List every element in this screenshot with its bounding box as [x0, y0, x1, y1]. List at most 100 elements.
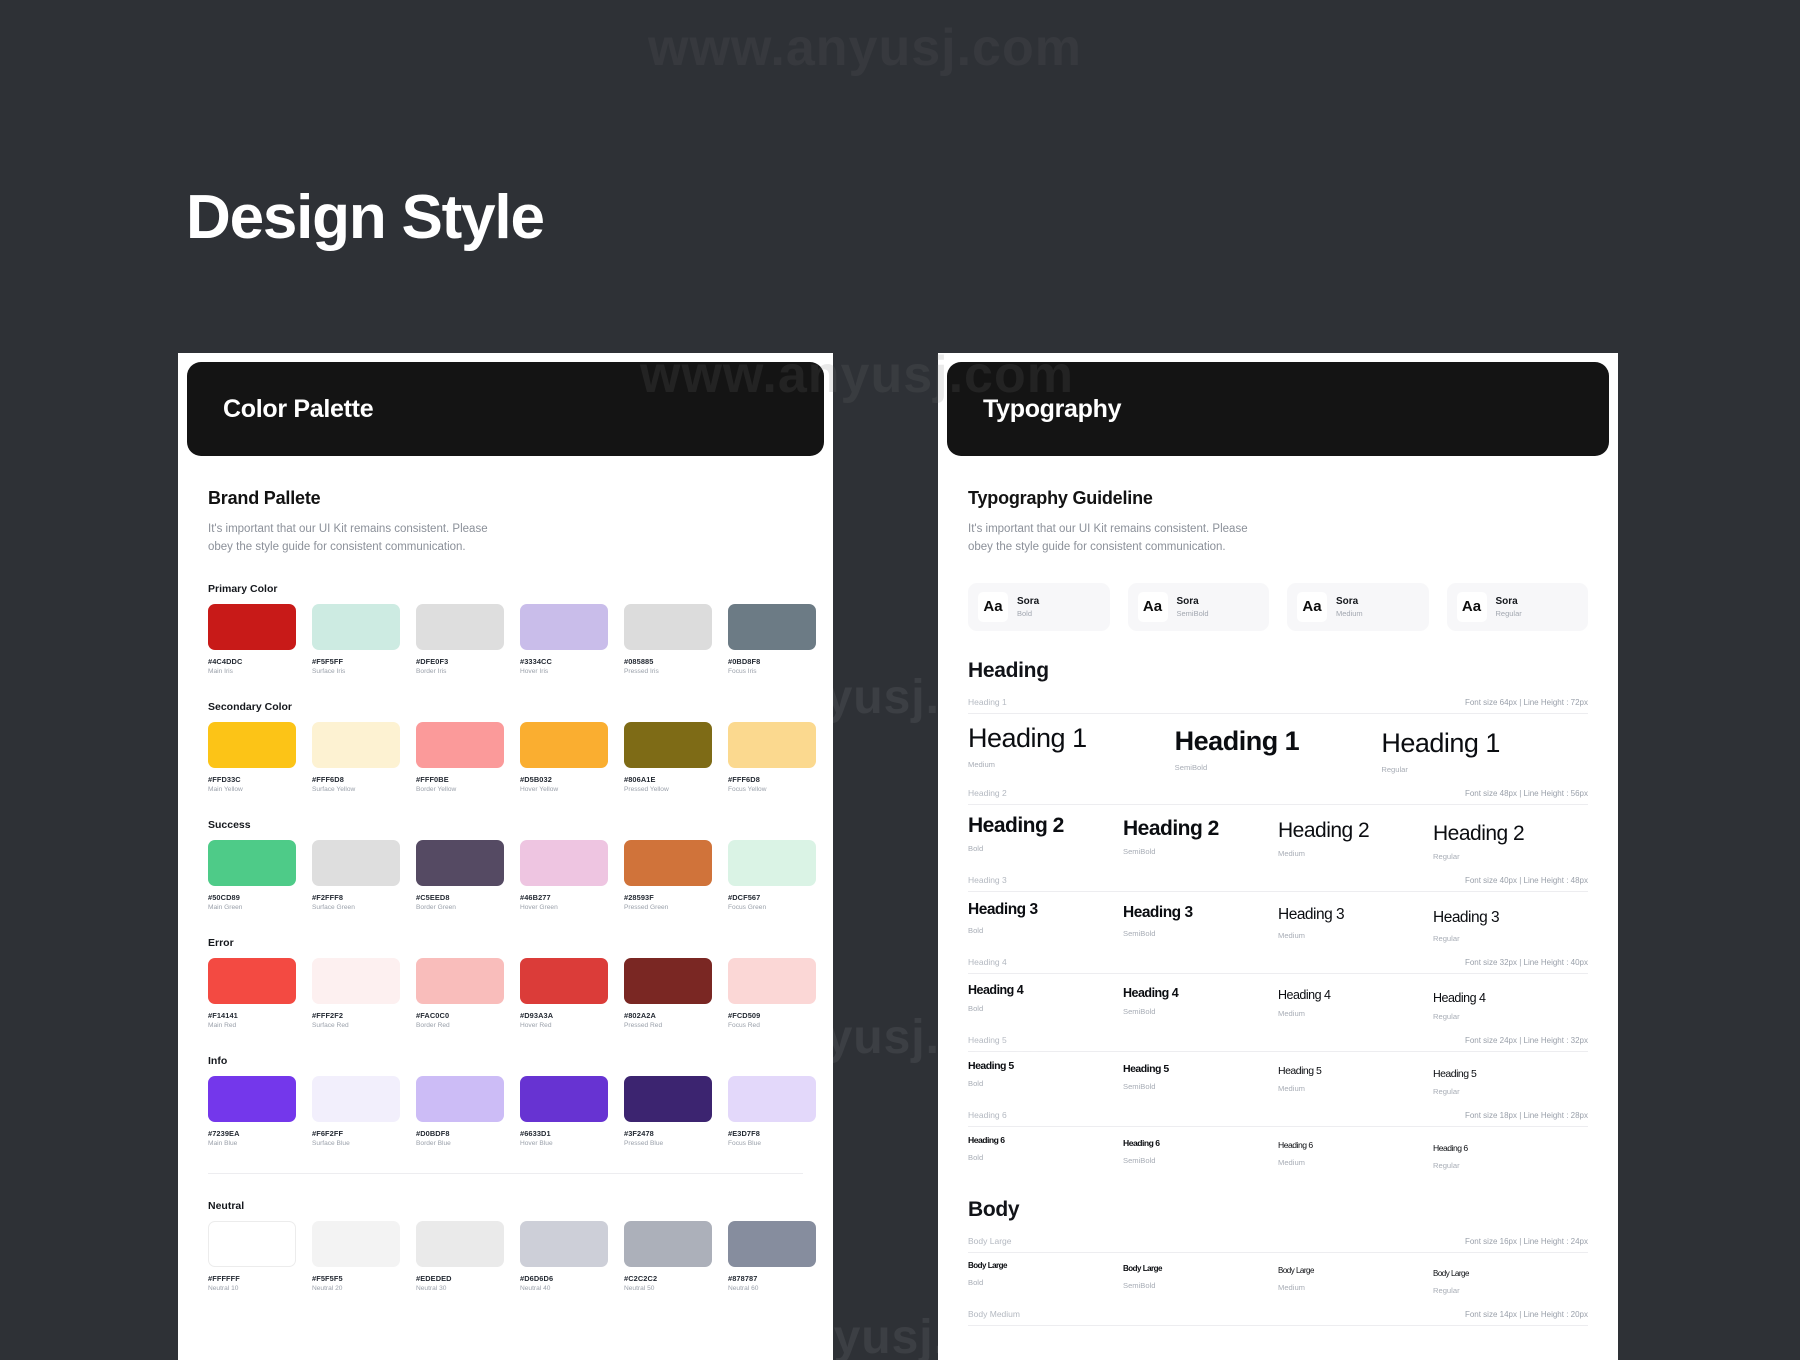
font-family-name: Sora: [1017, 595, 1040, 607]
color-swatch-hex: #0BD8F8: [728, 656, 761, 666]
color-swatch-hex: #EDEDED: [416, 1273, 452, 1283]
color-swatch[interactable]: #7239EA Main Blue: [208, 1075, 296, 1147]
color-swatch[interactable]: #FAC0C0 Border Red: [416, 957, 504, 1029]
color-swatch-chip: [728, 957, 816, 1004]
color-swatch-hex: #F5F5F5: [312, 1273, 343, 1283]
color-group-label: Info: [208, 1054, 228, 1067]
color-swatch[interactable]: #D5B032 Hover Yellow: [520, 721, 608, 793]
color-swatch[interactable]: #FCD509 Focus Red: [728, 957, 816, 1029]
color-swatch[interactable]: #C5EED8 Border Green: [416, 839, 504, 911]
color-swatch-chip: [728, 603, 816, 650]
type-specimen-row: Heading 2 Font size 48px | Line Height : …: [968, 788, 1588, 861]
color-swatch[interactable]: #FFD33C Main Yellow: [208, 721, 296, 793]
color-swatch[interactable]: #806A1E Pressed Yellow: [624, 721, 712, 793]
color-swatch[interactable]: #28593F Pressed Green: [624, 839, 712, 911]
color-swatch-name: Focus Red: [728, 1021, 760, 1029]
type-sample-text: Heading 3: [1278, 906, 1345, 924]
type-sample-group: Body Large Bold Body Large SemiBold Body Lar…: [968, 1253, 1588, 1295]
color-swatch-chip: [208, 839, 296, 886]
color-swatch[interactable]: #DCF567 Focus Green: [728, 839, 816, 911]
color-swatch-chip: [624, 839, 712, 886]
type-sample-text: Heading 2: [968, 813, 1064, 837]
color-swatch[interactable]: #F6F2FF Surface Blue: [312, 1075, 400, 1147]
design-style-board: www.anyusj.com www.anyusj.com www.anyusj…: [0, 0, 1800, 1360]
font-weight-card[interactable]: Aa Sora Medium: [1287, 582, 1429, 631]
watermark-top: www.anyusj.com: [648, 18, 1082, 78]
color-swatch-chip: [312, 839, 400, 886]
color-swatch-chip: [208, 721, 296, 768]
color-swatch-hex: #FFFFFF: [208, 1273, 240, 1283]
color-swatch[interactable]: #E3D7F8 Focus Blue: [728, 1075, 816, 1147]
color-swatch[interactable]: #50CD89 Main Green: [208, 839, 296, 911]
type-sample-text: Heading 6: [1278, 1140, 1313, 1151]
color-swatch-hex: #7239EA: [208, 1128, 240, 1138]
type-sample-text: Body Large: [968, 1261, 1008, 1271]
font-weight-card[interactable]: Aa Sora SemiBold: [1127, 582, 1269, 631]
color-swatch-hex: #D6D6D6: [520, 1273, 554, 1283]
color-swatch[interactable]: #FFF6D8 Surface Yellow: [312, 721, 400, 793]
color-swatch-hex: #085885: [624, 656, 654, 666]
color-swatch-hex: #F2FFF8: [312, 892, 344, 902]
type-row-label: Heading 6: [968, 1110, 1007, 1121]
color-swatch-name: Neutral 30: [416, 1284, 447, 1292]
color-swatch-name: Neutral 50: [624, 1284, 655, 1292]
color-swatch[interactable]: #EDEDED Neutral 30: [416, 1220, 504, 1292]
color-swatch[interactable]: #D6D6D6 Neutral 40: [520, 1220, 608, 1292]
type-row-metrics: Font size 40px | Line Height : 48px: [1464, 876, 1588, 886]
color-swatch[interactable]: #F14141 Main Red: [208, 957, 296, 1029]
color-swatch[interactable]: #3F2478 Pressed Blue: [624, 1075, 712, 1147]
typography-body: Typography Guideline It's important that…: [938, 456, 1618, 1327]
font-weight-card[interactable]: Aa Sora Bold: [968, 582, 1110, 631]
color-swatch[interactable]: #085885 Pressed Iris: [624, 603, 712, 675]
color-swatch[interactable]: #D0BDF8 Border Blue: [416, 1075, 504, 1147]
color-swatch[interactable]: #FFF2F2 Surface Red: [312, 957, 400, 1029]
color-swatch[interactable]: #878787 Neutral 60: [728, 1220, 816, 1292]
color-swatch[interactable]: #0BD8F8 Focus Iris: [728, 603, 816, 675]
font-aa-glyph: Aa: [1297, 591, 1327, 622]
color-swatch[interactable]: #4C4DDC Main Iris: [208, 603, 296, 675]
color-swatch-chip: [312, 1220, 400, 1267]
type-sample-weight: Bold: [968, 1079, 984, 1089]
type-sample: Heading 2 Bold: [968, 814, 1123, 854]
type-sample: Body Large Bold: [968, 1261, 1123, 1287]
color-swatch[interactable]: #FFF0BE Border Yellow: [416, 721, 504, 793]
color-swatch-hex: #50CD89: [208, 892, 240, 902]
color-swatch[interactable]: #D93A3A Hover Red: [520, 957, 608, 1029]
color-swatch-hex: #C5EED8: [416, 892, 450, 902]
color-swatch[interactable]: #3334CC Hover Iris: [520, 603, 608, 675]
section-divider: [208, 1172, 803, 1174]
color-group-label: Success: [208, 818, 251, 831]
type-row-metrics: Font size 18px | Line Height : 28px: [1464, 1111, 1588, 1121]
color-swatch-chip: [312, 957, 400, 1004]
color-swatch[interactable]: #F2FFF8 Surface Green: [312, 839, 400, 911]
color-swatch-name: Surface Red: [312, 1021, 349, 1029]
type-row-label: Heading 1: [968, 696, 1007, 707]
type-sample-text: Heading 3: [968, 901, 1038, 919]
color-swatch-hex: #FFF6D8: [312, 774, 344, 784]
typography-card: Typography Typography Guideline It's imp…: [938, 353, 1618, 1360]
font-aa-glyph: Aa: [1456, 591, 1487, 622]
color-swatch[interactable]: #802A2A Pressed Red: [624, 957, 712, 1029]
color-swatch-chip: [416, 839, 504, 886]
swatch-row: #F14141 Main Red #FFF2F2 Surface Red #FAC0C0…: [208, 957, 816, 1029]
color-swatch[interactable]: #FFF6D8 Focus Yellow: [728, 721, 816, 793]
type-sample: Heading 6 Regular: [1433, 1136, 1588, 1170]
color-swatch[interactable]: #F5F5F5 Neutral 20: [312, 1220, 400, 1292]
font-weight-card[interactable]: Aa Sora Regular: [1446, 582, 1588, 631]
color-swatch-chip: [520, 1075, 608, 1122]
color-group-label: Error: [208, 936, 234, 949]
color-swatch[interactable]: #DFE0F3 Border Iris: [416, 603, 504, 675]
color-swatch-chip: [208, 1220, 296, 1267]
color-swatch-chip: [520, 957, 608, 1004]
color-swatch[interactable]: #F5F5FF Surface Iris: [312, 603, 400, 675]
color-swatch[interactable]: #46B277 Hover Green: [520, 839, 608, 911]
color-group: Success #50CD89 Main Green #F2FFF8 Surface G…: [208, 818, 816, 911]
color-swatch[interactable]: #6633D1 Hover Blue: [520, 1075, 608, 1147]
color-swatch-chip: [520, 603, 608, 650]
color-swatch-name: Pressed Green: [624, 903, 669, 911]
type-sample: Heading 1 Regular: [1381, 723, 1588, 774]
color-swatch-name: Pressed Iris: [624, 667, 659, 675]
color-swatch[interactable]: #C2C2C2 Neutral 50: [624, 1220, 712, 1292]
type-sample-weight: SemiBold: [1174, 762, 1208, 772]
color-swatch[interactable]: #FFFFFF Neutral 10: [208, 1220, 296, 1292]
